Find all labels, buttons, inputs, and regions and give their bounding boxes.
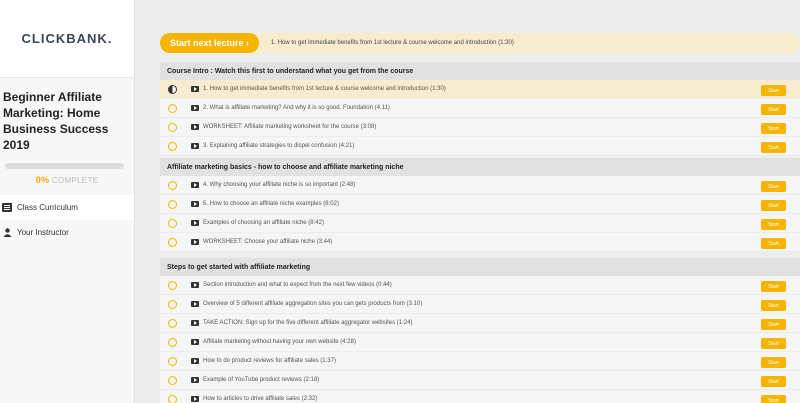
logo-area: CLICKBANK. <box>0 0 134 78</box>
lecture-row[interactable]: 4. Why choosing your affiliate niche is … <box>160 176 800 195</box>
video-icon <box>191 201 199 207</box>
section-title: Course Intro : Watch this first to under… <box>160 62 800 80</box>
nav-your-instructor[interactable]: Your Instructor <box>0 220 134 245</box>
nav-label: Your Instructor <box>17 228 69 237</box>
nav-label: Class Curriculum <box>17 203 78 212</box>
lecture-title[interactable]: Affiliate marketing without having your … <box>203 339 356 345</box>
incomplete-circle-icon <box>168 280 177 290</box>
start-lecture-button[interactable]: Start <box>761 281 786 292</box>
incomplete-circle-icon <box>168 218 177 228</box>
next-lecture-title[interactable]: 1. How to get immediate benefits from 1s… <box>271 40 514 46</box>
lecture-title[interactable]: 1. How to get immediate benefits from 1s… <box>203 86 446 92</box>
lecture-row[interactable]: 2. What is affiliate marketing? And why … <box>160 99 800 118</box>
lecture-row[interactable]: TAKE ACTION: Sign up for the five differ… <box>160 314 800 333</box>
incomplete-circle-icon <box>168 180 177 190</box>
incomplete-circle-icon <box>168 122 177 132</box>
incomplete-circle-icon <box>168 356 177 366</box>
course-title: Beginner Affiliate Marketing: Home Busin… <box>3 90 109 152</box>
video-icon <box>191 396 199 402</box>
incomplete-circle-icon <box>168 337 177 347</box>
lecture-row[interactable]: WORKSHEET: Choose your affiliate niche (… <box>160 233 800 252</box>
progress-status: 0% COMPLETE <box>0 175 134 185</box>
next-lecture-bar: Start next lecture › 1. How to get immed… <box>160 33 800 53</box>
lecture-row[interactable]: How to do product reviews for affiliate … <box>160 352 800 371</box>
incomplete-circle-icon <box>168 141 177 151</box>
start-lecture-button[interactable]: Start <box>761 104 786 115</box>
start-lecture-button[interactable]: Start <box>761 219 786 230</box>
section-title: Steps to get started with affiliate mark… <box>160 258 800 276</box>
progress-label: COMPLETE <box>51 176 99 185</box>
video-icon <box>191 339 199 345</box>
lecture-row[interactable]: Affiliate marketing without having your … <box>160 333 800 352</box>
video-icon <box>191 86 199 92</box>
incomplete-circle-icon <box>168 199 177 209</box>
video-icon <box>191 358 199 364</box>
clickbank-logo[interactable]: CLICKBANK. <box>22 31 113 46</box>
start-lecture-button[interactable]: Start <box>761 319 786 330</box>
start-lecture-button[interactable]: Start <box>761 200 786 211</box>
video-icon <box>191 220 199 226</box>
incomplete-circle-icon <box>168 318 177 328</box>
lecture-row[interactable]: 1. How to get immediate benefits from 1s… <box>160 80 800 99</box>
video-icon <box>191 143 199 149</box>
lecture-row[interactable]: 3. Explaining affiliate strategies to di… <box>160 137 800 156</box>
video-icon <box>191 301 199 307</box>
lecture-row[interactable]: 5. How to choose an affiliate niche exam… <box>160 195 800 214</box>
start-lecture-button[interactable]: Start <box>761 181 786 192</box>
incomplete-circle-icon <box>168 394 177 403</box>
start-lecture-button[interactable]: Start <box>761 376 786 387</box>
curriculum-section: Steps to get started with affiliate mark… <box>160 258 800 403</box>
lecture-title[interactable]: WORKSHEET: Affiliate marketing worksheet… <box>203 124 376 130</box>
incomplete-circle-icon <box>168 375 177 385</box>
section-title: Affiliate marketing basics - how to choo… <box>160 158 800 176</box>
lecture-row[interactable]: Section introduction and what to expect … <box>160 276 800 295</box>
lecture-title[interactable]: 3. Explaining affiliate strategies to di… <box>203 143 354 149</box>
lecture-row[interactable]: Overview of 5 different affiliate aggreg… <box>160 295 800 314</box>
start-lecture-button[interactable]: Start <box>761 85 786 96</box>
video-icon <box>191 282 199 288</box>
curriculum-section: Affiliate marketing basics - how to choo… <box>160 158 800 252</box>
lecture-title[interactable]: Overview of 5 different affiliate aggreg… <box>203 301 422 307</box>
lecture-title[interactable]: How to articles to drive affiliate sales… <box>203 396 317 402</box>
lecture-title[interactable]: How to do product reviews for affiliate … <box>203 358 336 364</box>
lecture-title[interactable]: WORKSHEET: Choose your affiliate niche (… <box>203 239 332 245</box>
lecture-title[interactable]: TAKE ACTION: Sign up for the five differ… <box>203 320 412 326</box>
in-progress-icon <box>168 84 177 94</box>
start-lecture-button[interactable]: Start <box>761 142 786 153</box>
lecture-row[interactable]: Examples of choosing an affiliate niche … <box>160 214 800 233</box>
start-lecture-button[interactable]: Start <box>761 123 786 134</box>
lecture-title[interactable]: Section introduction and what to expect … <box>203 282 392 288</box>
start-lecture-button[interactable]: Start <box>761 300 786 311</box>
video-icon <box>191 320 199 326</box>
lecture-title[interactable]: Example of YouTube product reviews (2:18… <box>203 377 319 383</box>
lecture-title[interactable]: 2. What is affiliate marketing? And why … <box>203 105 390 111</box>
progress-bar <box>5 163 124 169</box>
lecture-title[interactable]: Examples of choosing an affiliate niche … <box>203 220 324 226</box>
nav-class-curriculum[interactable]: Class Curriculum <box>0 195 134 220</box>
video-icon <box>191 124 199 130</box>
start-lecture-button[interactable]: Start <box>761 338 786 349</box>
main-content: Start next lecture › 1. How to get immed… <box>145 0 800 403</box>
lecture-row[interactable]: WORKSHEET: Affiliate marketing worksheet… <box>160 118 800 137</box>
lecture-row[interactable]: How to articles to drive affiliate sales… <box>160 390 800 403</box>
sidebar: CLICKBANK. Beginner Affiliate Marketing:… <box>0 0 135 403</box>
user-icon <box>2 228 12 238</box>
video-icon <box>191 182 199 188</box>
curriculum-section: Course Intro : Watch this first to under… <box>160 62 800 156</box>
list-icon <box>2 203 12 213</box>
lecture-title[interactable]: 4. Why choosing your affiliate niche is … <box>203 182 355 188</box>
start-lecture-button[interactable]: Start <box>761 357 786 368</box>
lecture-row[interactable]: Example of YouTube product reviews (2:18… <box>160 371 800 390</box>
incomplete-circle-icon <box>168 103 177 113</box>
progress-percent: 0% <box>35 175 50 185</box>
start-lecture-button[interactable]: Start <box>761 238 786 249</box>
lecture-title[interactable]: 5. How to choose an affiliate niche exam… <box>203 201 339 207</box>
start-next-lecture-button[interactable]: Start next lecture › <box>160 33 260 53</box>
video-icon <box>191 105 199 111</box>
video-icon <box>191 377 199 383</box>
video-icon <box>191 239 199 245</box>
incomplete-circle-icon <box>168 299 177 309</box>
incomplete-circle-icon <box>168 237 177 247</box>
start-lecture-button[interactable]: Start <box>761 395 786 403</box>
